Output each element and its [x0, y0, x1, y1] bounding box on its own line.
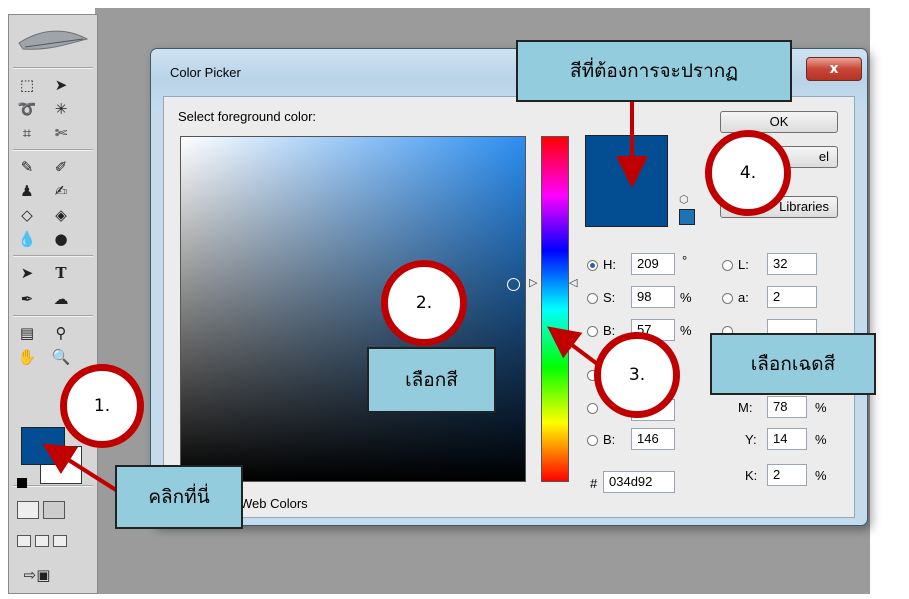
step-4-marker: 4.	[705, 130, 791, 216]
step-3-marker: 3.	[594, 332, 680, 418]
choose-color-callout: เลือกสี	[367, 347, 496, 413]
click-here-callout: คลิกที่นี่	[115, 465, 243, 529]
desired-color-callout: สีที่ต้องการจะปรากฏ	[516, 40, 792, 102]
choose-shade-callout: เลือกเฉดสี	[710, 333, 876, 395]
step-1-marker: 1.	[60, 364, 144, 448]
step-2-marker: 2.	[381, 260, 467, 346]
arrow-to-fg-swatch	[42, 443, 118, 492]
